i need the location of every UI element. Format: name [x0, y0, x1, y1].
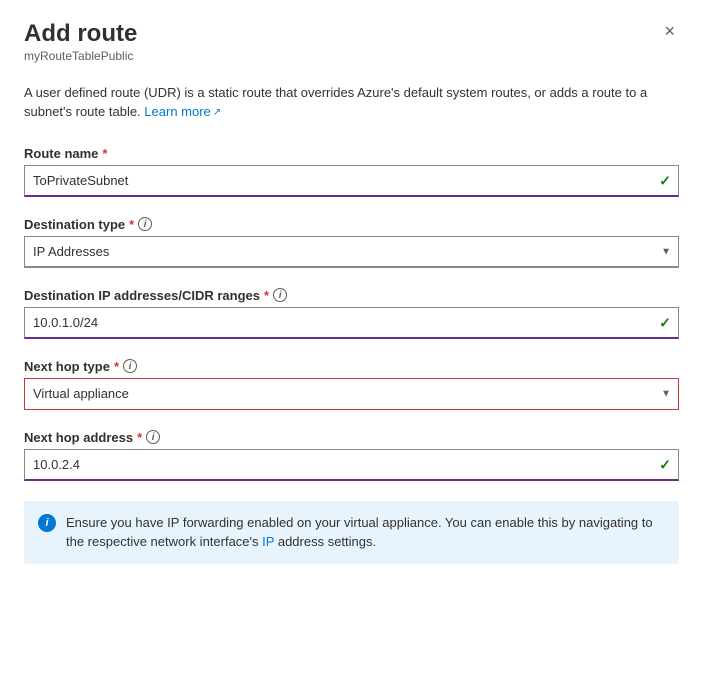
description-text: A user defined route (UDR) is a static r…: [24, 83, 679, 122]
destination-type-chevron-icon: ▼: [661, 246, 671, 257]
ip-forwarding-info-banner: i Ensure you have IP forwarding enabled …: [24, 501, 679, 564]
ip-address-settings-link[interactable]: IP: [262, 534, 278, 549]
destination-type-required: *: [129, 217, 134, 232]
destination-type-group: Destination type * i IP Addresses Servic…: [24, 217, 679, 268]
close-button[interactable]: ×: [660, 20, 679, 42]
panel-header: Add route myRouteTablePublic ×: [24, 20, 679, 79]
next-hop-type-chevron-icon: ▼: [661, 388, 671, 399]
destination-cidr-input[interactable]: [24, 307, 679, 339]
next-hop-address-input-wrapper: ✓: [24, 449, 679, 481]
destination-type-select-wrapper: IP Addresses Service Tag VirtualNetwork …: [24, 236, 679, 268]
next-hop-address-group: Next hop address * i ✓: [24, 430, 679, 481]
destination-cidr-required: *: [264, 288, 269, 303]
destination-cidr-label: Destination IP addresses/CIDR ranges * i: [24, 288, 679, 303]
next-hop-type-group: Next hop type * i Virtual appliance Virt…: [24, 359, 679, 410]
add-route-panel: Add route myRouteTablePublic × A user de…: [0, 0, 703, 697]
next-hop-type-info-icon[interactable]: i: [123, 359, 137, 373]
next-hop-address-info-icon[interactable]: i: [146, 430, 160, 444]
route-name-input[interactable]: [24, 165, 679, 197]
route-name-group: Route name * ✓: [24, 146, 679, 197]
destination-cidr-group: Destination IP addresses/CIDR ranges * i…: [24, 288, 679, 339]
next-hop-address-check-icon: ✓: [659, 456, 671, 473]
next-hop-type-select[interactable]: Virtual appliance VirtualNetworkGateway …: [24, 378, 679, 410]
info-banner-icon: i: [38, 514, 56, 532]
destination-type-select[interactable]: IP Addresses Service Tag VirtualNetwork: [24, 236, 679, 268]
next-hop-type-required: *: [114, 359, 119, 374]
panel-subtitle: myRouteTablePublic: [24, 49, 137, 63]
info-banner-text: Ensure you have IP forwarding enabled on…: [66, 513, 665, 552]
next-hop-type-label: Next hop type * i: [24, 359, 679, 374]
destination-type-info-icon[interactable]: i: [138, 217, 152, 231]
next-hop-address-input[interactable]: [24, 449, 679, 481]
external-link-icon: ↗: [213, 105, 221, 120]
destination-cidr-check-icon: ✓: [659, 314, 671, 331]
panel-title: Add route: [24, 20, 137, 49]
destination-type-label: Destination type * i: [24, 217, 679, 232]
route-name-required: *: [102, 146, 107, 161]
route-name-input-wrapper: ✓: [24, 165, 679, 197]
next-hop-address-required: *: [137, 430, 142, 445]
next-hop-address-label: Next hop address * i: [24, 430, 679, 445]
route-name-check-icon: ✓: [659, 172, 671, 189]
learn-more-link[interactable]: Learn more↗: [144, 104, 221, 119]
destination-cidr-input-wrapper: ✓: [24, 307, 679, 339]
next-hop-type-select-wrapper: Virtual appliance VirtualNetworkGateway …: [24, 378, 679, 410]
destination-cidr-info-icon[interactable]: i: [273, 288, 287, 302]
route-name-label: Route name *: [24, 146, 679, 161]
